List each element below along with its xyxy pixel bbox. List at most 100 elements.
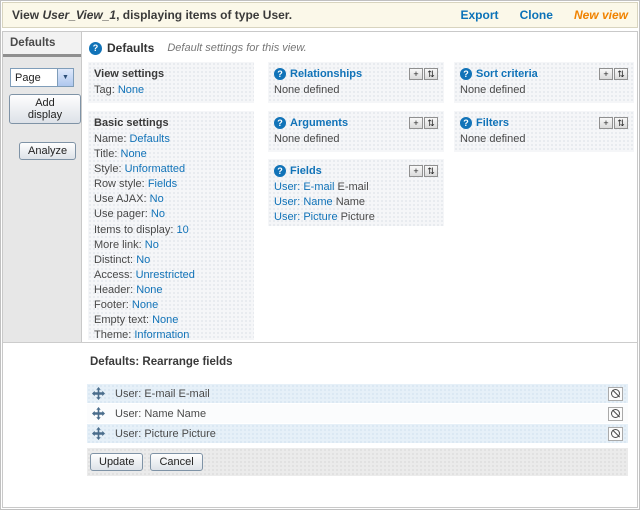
view-name: User_View_1 <box>42 8 117 22</box>
filters-empty-text: None defined <box>460 133 526 145</box>
more-link-value-link[interactable]: No <box>145 239 159 251</box>
add-icon[interactable]: + <box>409 165 423 177</box>
add-icon[interactable]: + <box>409 117 423 129</box>
field-user-picture-label: Picture <box>340 211 375 224</box>
title-value-link[interactable]: None <box>121 148 147 160</box>
table-row[interactable]: User: E-mail E-mail <box>87 384 628 403</box>
fields-link[interactable]: Fields <box>290 165 408 177</box>
drag-handle-icon[interactable] <box>92 427 105 440</box>
rearrange-table: User: E-mail E-mail User: Name Name User… <box>87 384 628 444</box>
header-value-link[interactable]: None <box>136 284 162 296</box>
header-label: Header: <box>94 283 134 296</box>
remove-icon <box>611 389 620 398</box>
filters-link[interactable]: Filters <box>476 117 598 129</box>
display-heading-row: ? Defaults Default settings for this vie… <box>89 40 307 56</box>
theme-label: Theme: <box>94 329 132 342</box>
rearrange-icon[interactable]: ⇅ <box>614 117 628 129</box>
row-label: User: E-mail E-mail <box>115 387 210 400</box>
name-value-link[interactable]: Defaults <box>129 133 169 145</box>
theme-value-link[interactable]: Information <box>134 329 189 341</box>
more-link-label: More link: <box>94 238 142 251</box>
view-settings-title: View settings <box>94 68 165 80</box>
help-icon[interactable]: ? <box>274 117 286 129</box>
footer-value-link[interactable]: None <box>132 299 158 311</box>
arguments-bucket: ? Arguments + ⇅ None defined <box>268 111 444 152</box>
distinct-label: Distinct: <box>94 253 134 266</box>
row-style-value-link[interactable]: Fields <box>148 178 177 190</box>
style-value-link[interactable]: Unformatted <box>125 163 186 175</box>
drag-handle-icon[interactable] <box>92 407 105 420</box>
display-type-value: Page <box>15 72 41 84</box>
cancel-button[interactable]: Cancel <box>150 453 203 471</box>
help-icon[interactable]: ? <box>89 41 102 55</box>
use-pager-value-link[interactable]: No <box>151 208 165 220</box>
relationships-link[interactable]: Relationships <box>290 68 408 80</box>
items-to-display-value-link[interactable]: 10 <box>177 224 189 236</box>
row-label: User: Picture Picture <box>115 427 216 440</box>
distinct-value-link[interactable]: No <box>136 254 150 266</box>
help-icon[interactable]: ? <box>460 68 472 80</box>
field-user-picture-link[interactable]: User: Picture <box>274 211 338 223</box>
clone-link[interactable]: Clone <box>520 8 553 22</box>
table-row[interactable]: User: Name Name <box>87 404 628 423</box>
drag-handle-icon[interactable] <box>92 387 105 400</box>
items-to-display-label: Items to display: <box>94 223 174 236</box>
tag-label: Tag: <box>94 84 115 96</box>
views-edit-container: Defaults Page ▼ Add display Analyze ? De… <box>2 31 638 508</box>
empty-text-label: Empty text: <box>94 314 150 327</box>
view-title-prefix: View <box>12 8 40 22</box>
new-view-link[interactable]: New view <box>574 8 628 22</box>
arguments-empty-text: None defined <box>274 133 340 145</box>
style-label: Style: <box>94 163 122 176</box>
arguments-link[interactable]: Arguments <box>290 117 408 129</box>
rearrange-fields-pane: Defaults: Rearrange fields User: E-mail … <box>3 343 637 507</box>
field-user-name-label: Name <box>335 196 366 209</box>
help-icon[interactable]: ? <box>460 117 472 129</box>
title-label: Title: <box>94 148 118 161</box>
use-ajax-value-link[interactable]: No <box>150 193 164 205</box>
use-ajax-label: Use AJAX: <box>94 193 147 206</box>
sort-criteria-link[interactable]: Sort criteria <box>476 68 598 80</box>
rearrange-icon[interactable]: ⇅ <box>614 68 628 80</box>
rearrange-icon[interactable]: ⇅ <box>424 68 438 80</box>
name-label: Name: <box>94 133 127 145</box>
update-button[interactable]: Update <box>90 453 144 471</box>
tab-defaults[interactable]: Defaults <box>3 32 81 57</box>
help-icon[interactable]: ? <box>274 68 286 80</box>
display-heading: Defaults <box>107 41 155 55</box>
rearrange-icon[interactable]: ⇅ <box>424 117 438 129</box>
empty-text-value-link[interactable]: None <box>152 314 178 326</box>
add-icon[interactable]: + <box>599 117 613 129</box>
filters-bucket: ? Filters + ⇅ None defined <box>454 111 634 152</box>
field-user-name-link[interactable]: User: Name <box>274 196 333 208</box>
display-type-select[interactable]: Page ▼ <box>10 68 74 87</box>
add-icon[interactable]: + <box>409 68 423 80</box>
view-settings-box: View settings Tag: None <box>88 62 254 103</box>
remove-icon <box>611 429 620 438</box>
view-summary-bar: View User_View_1, displaying items of ty… <box>2 2 638 28</box>
remove-button[interactable] <box>608 386 623 401</box>
view-title: View User_View_1, displaying items of ty… <box>12 8 442 22</box>
export-link[interactable]: Export <box>460 8 498 22</box>
tag-value-link[interactable]: None <box>118 84 144 96</box>
help-icon[interactable]: ? <box>274 165 286 177</box>
analyze-button[interactable]: Analyze <box>19 142 77 160</box>
field-user-email-link[interactable]: User: E-mail <box>274 181 335 193</box>
relationships-bucket: ? Relationships + ⇅ None defined <box>268 62 444 103</box>
table-row[interactable]: User: Picture Picture <box>87 424 628 443</box>
row-style-label: Row style: <box>94 178 145 191</box>
rearrange-icon[interactable]: ⇅ <box>424 165 438 177</box>
display-subheading: Default settings for this view. <box>167 42 307 54</box>
add-display-button[interactable]: Add display <box>9 94 81 124</box>
sort-criteria-empty-text: None defined <box>460 84 526 96</box>
remove-button[interactable] <box>608 406 623 421</box>
use-pager-label: Use pager: <box>94 208 148 221</box>
remove-button[interactable] <box>608 426 623 441</box>
row-label: User: Name Name <box>115 407 207 420</box>
view-actions: Export Clone New view <box>442 8 628 22</box>
footer-label: Footer: <box>94 299 129 312</box>
field-user-email-label: E-mail <box>337 181 369 193</box>
add-icon[interactable]: + <box>599 68 613 80</box>
fields-bucket: ? Fields + ⇅ User: E-mail E-mail User: Na… <box>268 159 444 226</box>
access-value-link[interactable]: Unrestricted <box>136 269 195 281</box>
